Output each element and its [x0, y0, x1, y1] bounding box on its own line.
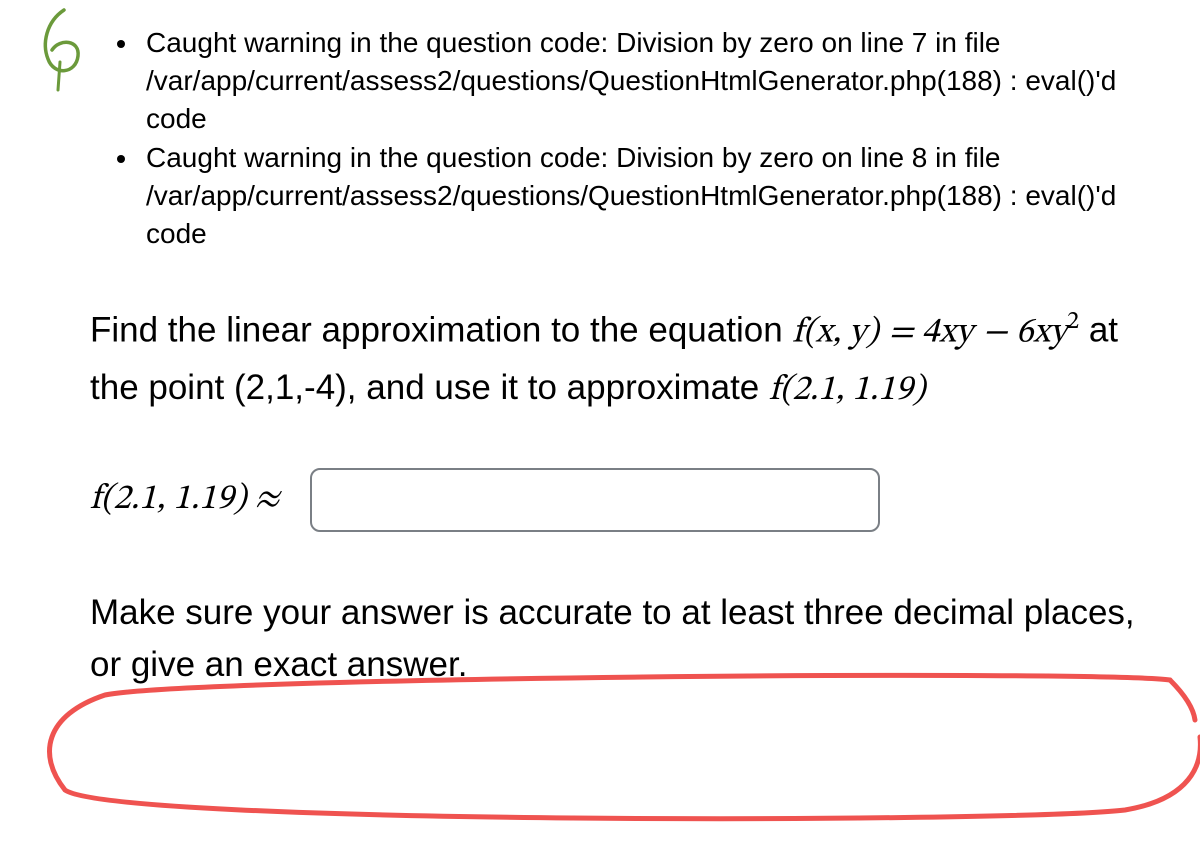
warning-item: Caught warning in the question code: Div… — [140, 139, 1140, 252]
warning-list: Caught warning in the question code: Div… — [140, 24, 1140, 253]
hand-annotation-6 — [24, 4, 94, 94]
accuracy-note: Make sure your answer is accurate to at … — [90, 587, 1140, 692]
problem-intro: Find the linear approximation to the equ… — [90, 310, 792, 349]
math-minus: − — [983, 315, 1016, 350]
problem-statement: Find the linear approximation to the equ… — [90, 303, 1140, 418]
math-term1: 4xy — [922, 315, 973, 350]
answer-row: f(2.1, 1.19) ≈ — [90, 468, 1140, 532]
answer-label: f(2.1, 1.19) ≈ — [90, 477, 280, 522]
math-term2-exp: 2 — [1067, 309, 1079, 334]
math-fxy: f(x, y) — [792, 315, 878, 350]
math-term2-base: 6xy — [1016, 315, 1067, 350]
answer-input[interactable] — [310, 468, 880, 532]
approx-symbol: ≈ — [246, 482, 279, 517]
math-approx-expr: f(2.1, 1.19) — [769, 373, 925, 408]
answer-expr: f(2.1, 1.19) — [90, 482, 246, 517]
math-eq: = — [888, 315, 921, 350]
warning-item: Caught warning in the question code: Div… — [140, 24, 1140, 137]
